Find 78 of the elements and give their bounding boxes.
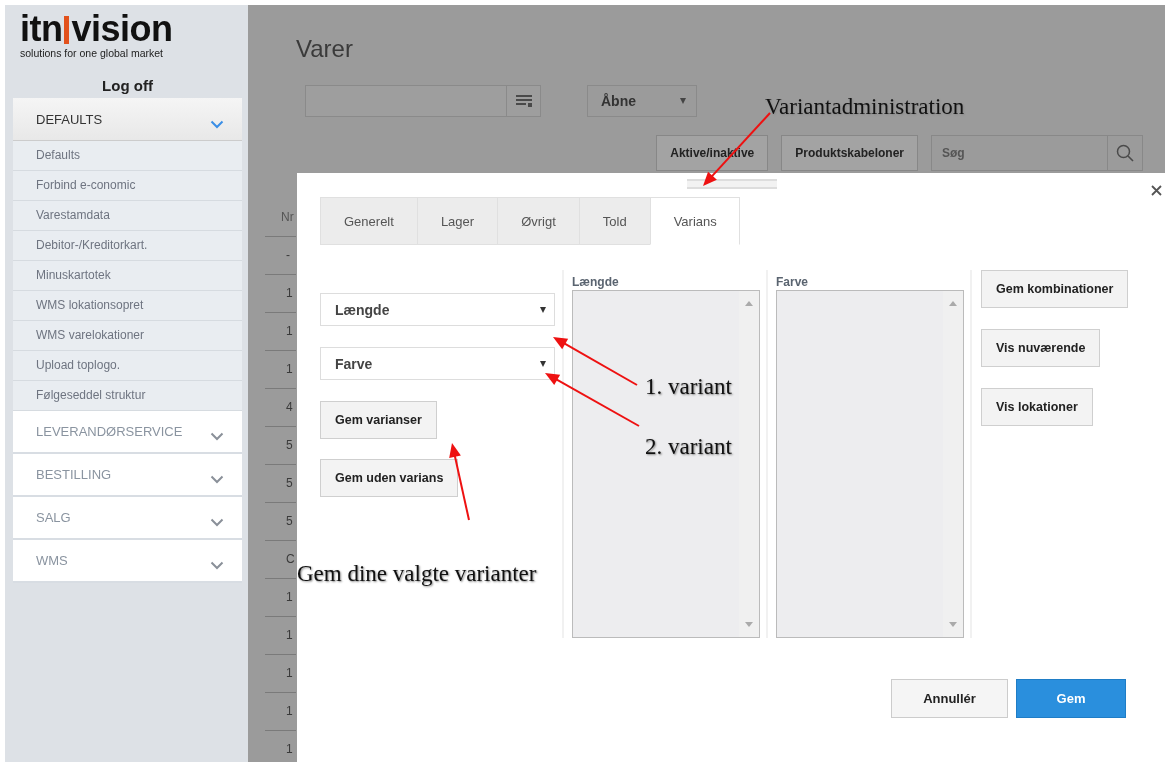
search-input[interactable]: Søg — [932, 136, 1107, 170]
annotation-text: 1. variant — [645, 374, 732, 400]
search-field[interactable]: Søg — [931, 135, 1143, 171]
scroll-down-icon — [949, 622, 957, 627]
table-cell: 5 — [265, 503, 296, 541]
menu-item[interactable]: Forbind e-conomic — [13, 171, 242, 201]
table-cell: 1 — [265, 351, 296, 389]
status-dropdown[interactable]: Åbne — [587, 85, 697, 117]
annotation-text: Variantadministration — [765, 94, 965, 120]
dropdown-arrow-icon — [540, 306, 546, 313]
tab[interactable]: Told — [578, 197, 650, 245]
close-icon — [1151, 185, 1162, 196]
scroll-up-icon — [949, 301, 957, 306]
menu-item[interactable]: Varestamdata — [13, 201, 242, 231]
chevron-down-icon — [210, 518, 224, 527]
table-cell: 1 — [265, 693, 296, 731]
menu-section-header[interactable]: DEFAULTS — [13, 98, 242, 141]
list-label: Farve — [776, 275, 810, 290]
menu-item[interactable]: WMS varelokationer — [13, 321, 242, 351]
table-cell: C — [265, 541, 296, 579]
menu-item[interactable]: Defaults — [13, 141, 242, 171]
search-icon — [1116, 144, 1134, 162]
dialog-button[interactable]: Gem varianser — [320, 401, 437, 439]
dialog-button[interactable]: Vis nuværende — [981, 329, 1101, 367]
annotation-text: Gem dine valgte varianter — [297, 561, 537, 587]
scroll-up-icon — [745, 301, 753, 306]
list-icon — [515, 95, 532, 107]
table-cell: 1 — [265, 655, 296, 693]
table-cell: 5 — [265, 427, 296, 465]
variant-dropdown[interactable]: Længde — [320, 293, 555, 326]
dialog-button[interactable]: Gem kombinationer — [981, 270, 1129, 308]
toolbar-button[interactable]: Produktskabeloner — [781, 135, 918, 171]
table-cell: 5 — [265, 465, 296, 503]
dialog-button[interactable]: Gem uden varians — [320, 459, 459, 497]
tab[interactable]: Varians — [649, 197, 740, 245]
table-cell: 1 — [265, 579, 296, 617]
list-label: Længde — [572, 275, 620, 290]
list-box[interactable] — [776, 290, 964, 638]
table-cell: 1 — [265, 617, 296, 655]
menu-item[interactable]: Følgeseddel struktur — [13, 381, 242, 411]
page-title: Varer — [296, 35, 354, 63]
close-button[interactable] — [1151, 185, 1162, 196]
section-label: WMS — [36, 553, 68, 568]
section-label: BESTILLING — [36, 467, 112, 482]
chevron-down-icon — [210, 432, 224, 441]
scroll-down-icon — [745, 622, 753, 627]
drag-handle[interactable] — [687, 179, 777, 189]
chevron-down-icon — [210, 475, 224, 484]
table-cell: 1 — [265, 275, 296, 313]
chevron-down-icon — [210, 561, 224, 570]
tab[interactable]: Lager — [416, 197, 498, 245]
list-box[interactable] — [572, 290, 760, 638]
menu-item[interactable]: Minuskartotek — [13, 261, 242, 291]
logo-tagline: solutions for one global market — [20, 47, 164, 59]
section-label: SALG — [36, 510, 71, 525]
cancel-button[interactable]: Annullér — [891, 679, 1008, 718]
table-cell: - — [265, 237, 296, 275]
column-header: Nr — [265, 199, 296, 237]
variant-dropdown[interactable]: Farve — [320, 347, 555, 380]
dropdown-arrow-icon — [540, 360, 546, 367]
log-off-link[interactable]: Log off — [13, 77, 242, 94]
table-cell: 1 — [265, 731, 296, 762]
filter-field[interactable] — [305, 85, 541, 117]
annotation-text: 2. variant — [645, 434, 732, 460]
menu-item[interactable]: WMS lokationsopret — [13, 291, 242, 321]
logo-wordmark: itn vision — [20, 14, 173, 44]
dropdown-arrow-icon — [680, 98, 686, 104]
table-cell: 4 — [265, 389, 296, 427]
menu-item[interactable]: Debitor-/Kreditorkart. — [13, 231, 242, 261]
save-button[interactable]: Gem — [1016, 679, 1126, 718]
chevron-down-icon — [210, 119, 224, 129]
dialog-button[interactable]: Vis lokationer — [981, 388, 1093, 426]
tab[interactable]: Generelt — [320, 197, 417, 245]
menu-item[interactable]: Upload toplogo. — [13, 351, 242, 381]
section-label: LEVERANDØRSERVICE — [36, 424, 183, 439]
tab[interactable]: Øvrigt — [497, 197, 579, 245]
section-label: DEFAULTS — [36, 111, 103, 127]
table-cell: 1 — [265, 313, 296, 351]
